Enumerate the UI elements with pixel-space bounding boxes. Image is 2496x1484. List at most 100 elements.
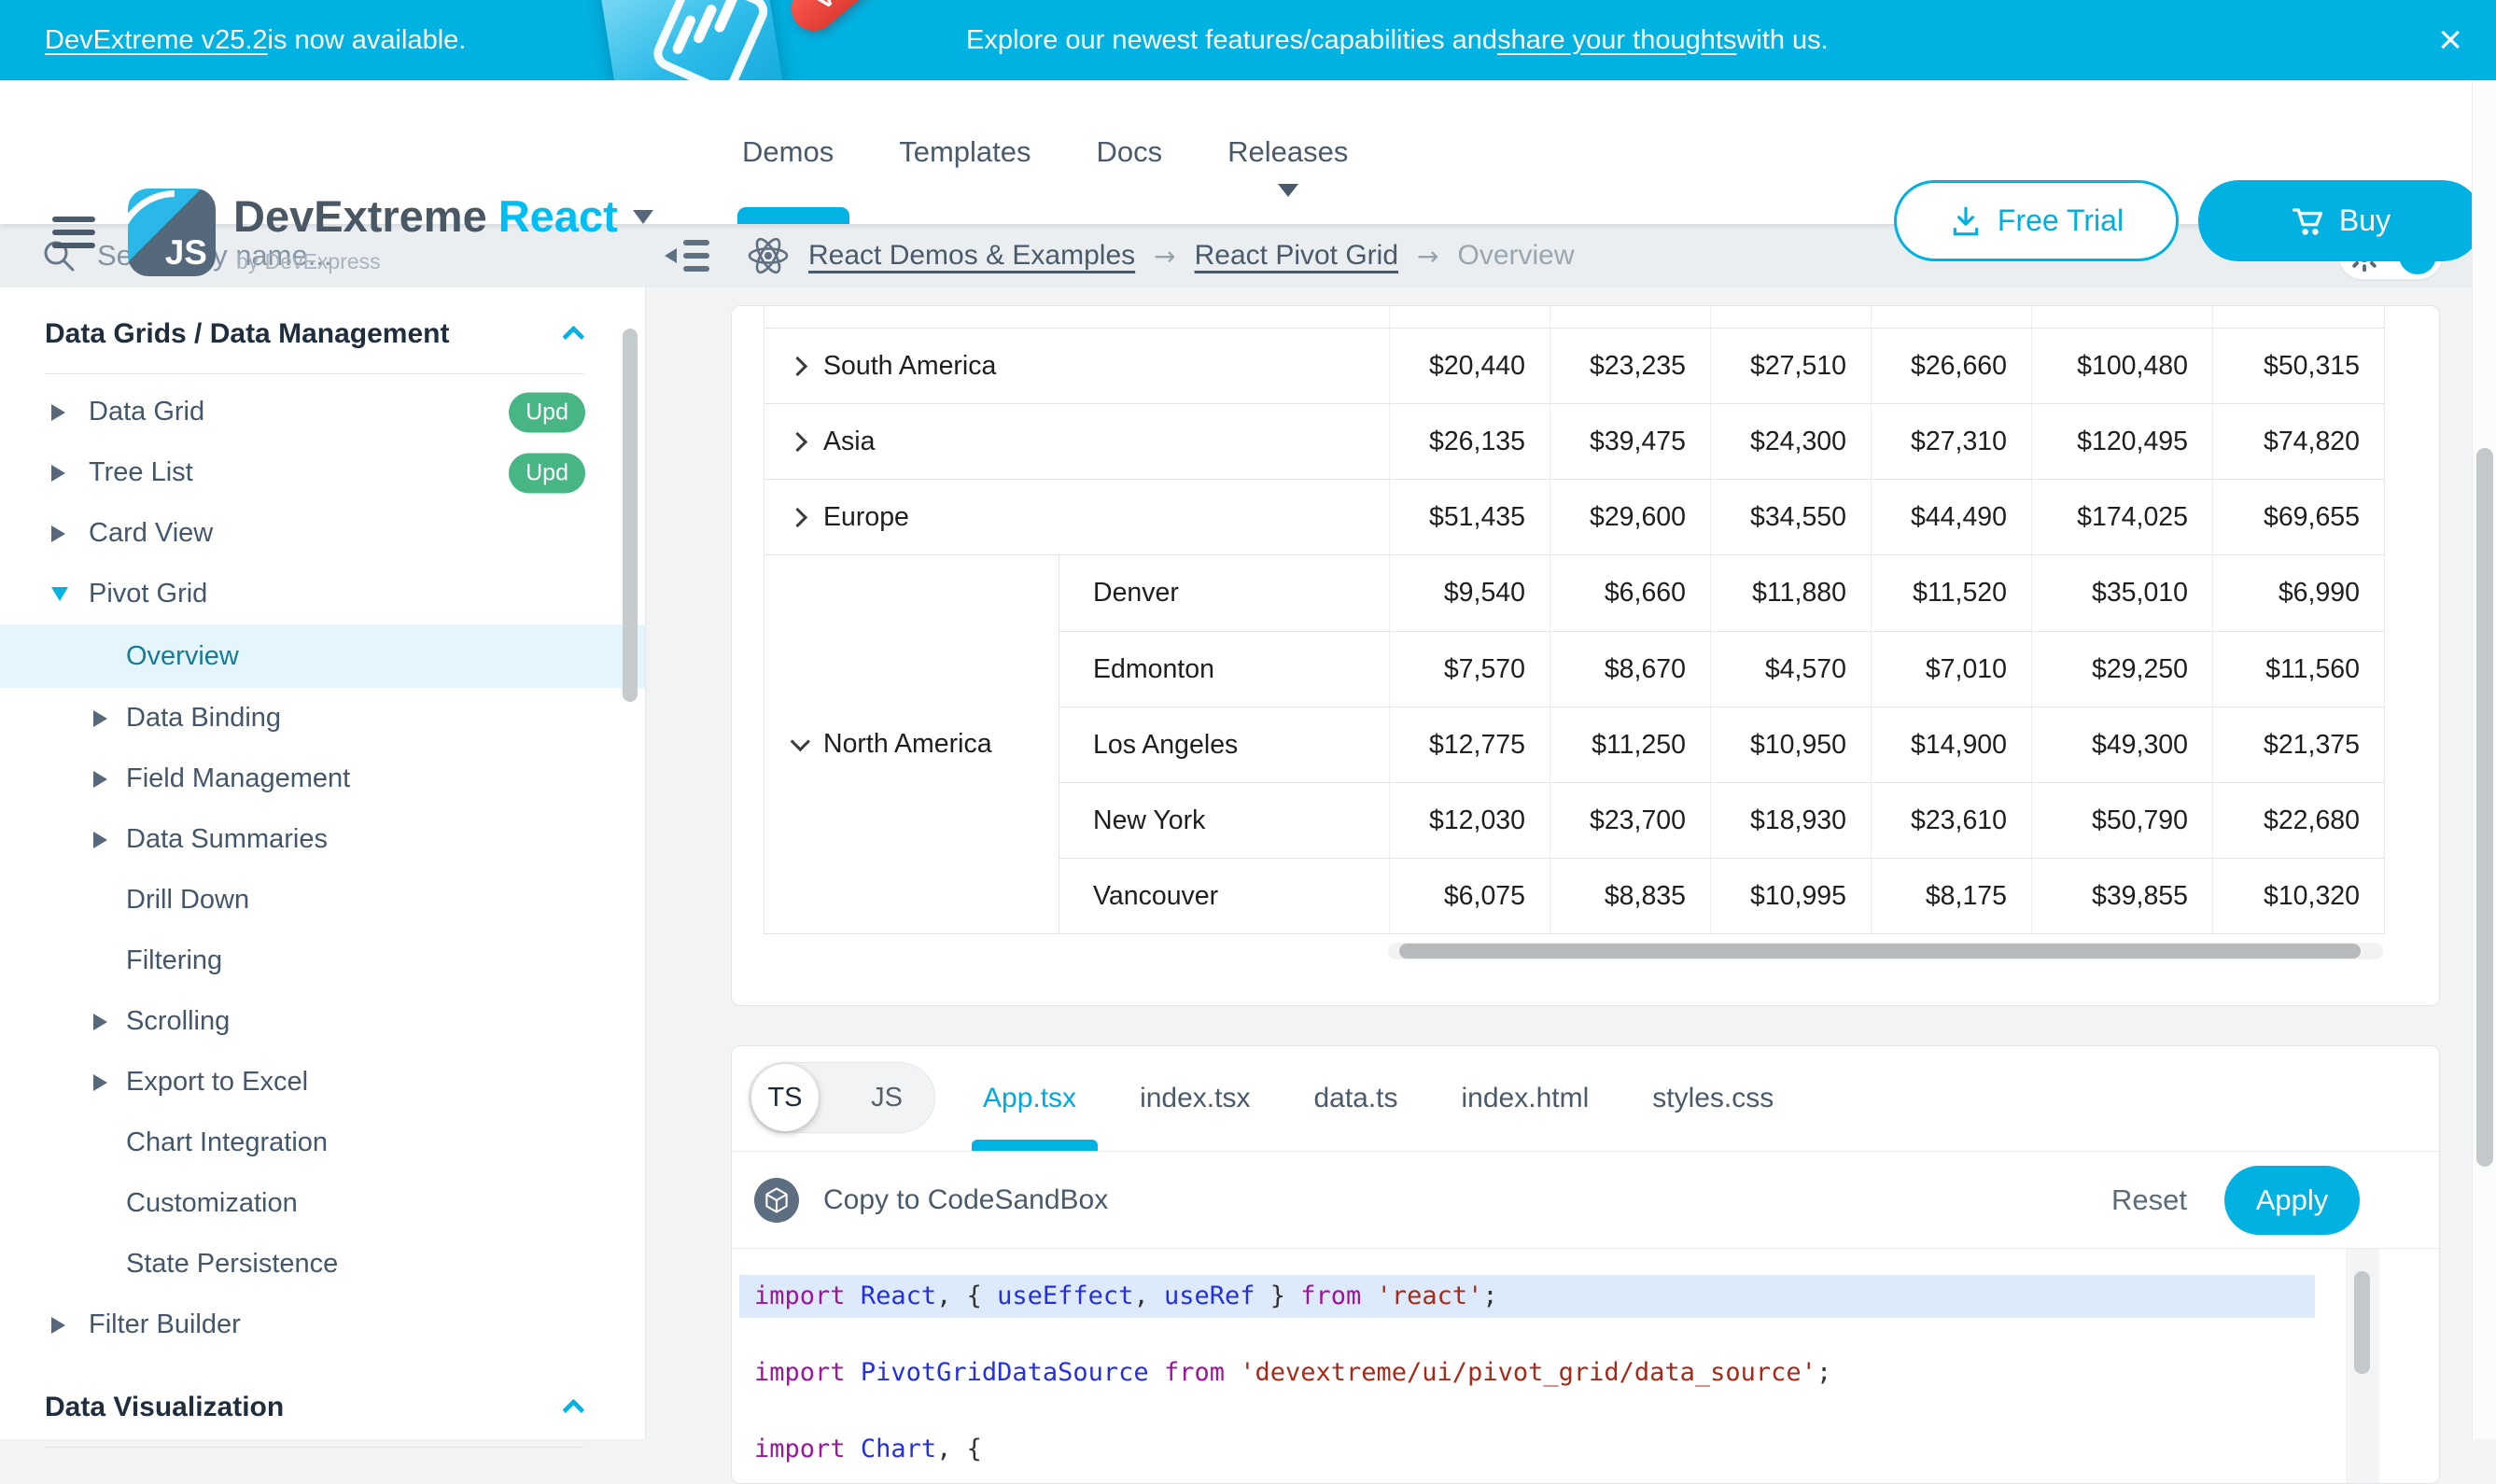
- nav-demos[interactable]: Demos: [742, 135, 834, 169]
- sidebar-item-overview[interactable]: Overview: [0, 624, 645, 688]
- copy-to-codesandbox-button[interactable]: Copy to CodeSandBox: [823, 1184, 1108, 1216]
- triangle-right-icon: [93, 1014, 107, 1030]
- tab-data-ts[interactable]: data.ts: [1313, 1083, 1397, 1114]
- cell: $4,570: [1710, 632, 1871, 707]
- row-expander-south-america[interactable]: South America: [764, 329, 1389, 403]
- row-expander-north-america[interactable]: North America: [764, 555, 1059, 933]
- code-token: [1225, 1358, 1240, 1387]
- code-editor[interactable]: import React, { useEffect, useRef } from…: [732, 1249, 2439, 1484]
- cell: $7,010: [1871, 632, 2031, 707]
- cell: $20,440: [1389, 329, 1549, 403]
- code-scrollbar: [2346, 1249, 2379, 1484]
- ts-toggle-option[interactable]: TS: [751, 1064, 819, 1131]
- section-title: Data Grids / Data Management: [45, 318, 449, 350]
- row-label: North America: [823, 729, 992, 760]
- banner-message-suffix: with us.: [1736, 25, 1828, 56]
- cell: $23,235: [1549, 329, 1710, 403]
- sidebar-item-label: State Persistence: [126, 1249, 338, 1280]
- sidebar-section-data-visualization[interactable]: Data Visualization: [0, 1378, 645, 1437]
- divider: [45, 373, 583, 374]
- brand-title[interactable]: DevExtremeReact: [233, 190, 653, 242]
- sidebar-item-scrolling[interactable]: Scrolling: [0, 991, 645, 1052]
- sidebar-item-data-binding[interactable]: Data Binding: [0, 688, 645, 749]
- pivot-grid: South America $20,440 $23,235 $27,510 $2…: [764, 306, 2385, 934]
- devextreme-js-logo[interactable]: JS: [128, 189, 216, 276]
- collapse-sidebar-icon[interactable]: [665, 240, 709, 272]
- banner-close-icon[interactable]: ×: [2438, 20, 2462, 61]
- main-nav: Demos Templates Docs Releases: [742, 80, 1348, 224]
- active-nav-indicator: [737, 207, 849, 224]
- sidebar-item-label: Data Binding: [126, 703, 281, 734]
- code-token: useEffect: [997, 1281, 1133, 1310]
- cell: $6,660: [1549, 555, 1710, 631]
- reset-button[interactable]: Reset: [2111, 1183, 2187, 1217]
- nav-docs[interactable]: Docs: [1097, 135, 1163, 169]
- triangle-right-icon: [51, 525, 65, 542]
- breadcrumb-demos-link[interactable]: React Demos & Examples: [808, 240, 1135, 272]
- code-token: PivotGridDataSource: [861, 1358, 1149, 1387]
- sidebar-item-card-view[interactable]: Card View: [0, 503, 645, 564]
- share-thoughts-link[interactable]: share your thoughts: [1497, 25, 1736, 56]
- code-panel: TS JS App.tsx index.tsx data.ts index.ht…: [731, 1045, 2440, 1484]
- page-scrollbar: [2472, 80, 2496, 1439]
- sidebar-item-export-to-excel[interactable]: Export to Excel: [0, 1052, 645, 1113]
- sidebar-item-filter-builder[interactable]: Filter Builder: [0, 1295, 645, 1355]
- sidebar-scrollbar[interactable]: [623, 329, 638, 702]
- cell: $51,435: [1389, 480, 1549, 554]
- chevron-right-icon: [788, 431, 807, 451]
- nav-releases[interactable]: Releases: [1227, 135, 1348, 169]
- language-toggle[interactable]: TS JS: [749, 1062, 935, 1133]
- cell: [1549, 306, 1710, 328]
- nav-templates[interactable]: Templates: [899, 135, 1031, 169]
- sidebar-item-pivot-grid[interactable]: Pivot Grid: [0, 564, 645, 624]
- row-expander-europe[interactable]: Europe: [764, 480, 1389, 554]
- cell: $9,540: [1389, 555, 1549, 631]
- tab-styles-css[interactable]: styles.css: [1652, 1083, 1774, 1114]
- sidebar-item-chart-integration[interactable]: Chart Integration: [0, 1113, 645, 1173]
- cell: [1871, 306, 2031, 328]
- cell: $69,655: [2212, 480, 2384, 554]
- hamburger-menu-icon[interactable]: [52, 217, 97, 248]
- tab-app-tsx[interactable]: App.tsx: [983, 1083, 1076, 1114]
- buy-label: Buy: [2339, 203, 2391, 238]
- breadcrumb-separator: →: [1154, 241, 1175, 272]
- banner-message: Explore our newest features/capabilities…: [966, 0, 1829, 80]
- version-badge: v25.2: [782, 0, 905, 40]
- banner-version-link[interactable]: DevExtreme v25.2: [45, 25, 268, 56]
- cell: $24,300: [1710, 404, 1871, 479]
- cell: $100,480: [2031, 329, 2212, 403]
- tab-index-tsx[interactable]: index.tsx: [1140, 1083, 1250, 1114]
- row-expander-asia[interactable]: Asia: [764, 404, 1389, 479]
- buy-button[interactable]: Buy: [2198, 180, 2483, 261]
- code-line[interactable]: import Chart, {: [739, 1428, 2315, 1471]
- sidebar-item-field-management[interactable]: Field Management: [0, 749, 645, 809]
- triangle-right-icon: [93, 771, 107, 788]
- city-rows: Denver $9,540 $6,660 $11,880 $11,520 $35…: [1059, 555, 2384, 933]
- page-scrollbar-thumb[interactable]: [2476, 448, 2493, 1167]
- free-trial-button[interactable]: Free Trial: [1894, 180, 2179, 261]
- sidebar-item-drill-down[interactable]: Drill Down: [0, 870, 645, 931]
- chevron-down-icon[interactable]: [633, 210, 653, 224]
- sidebar-item-data-grid[interactable]: Data Grid Upd: [0, 382, 645, 442]
- sidebar-item-customization[interactable]: Customization: [0, 1173, 645, 1234]
- sidebar-section-data-grids[interactable]: Data Grids / Data Management: [0, 304, 645, 364]
- code-line[interactable]: import React, { useEffect, useRef } from…: [739, 1275, 2315, 1318]
- tab-index-html[interactable]: index.html: [1462, 1083, 1590, 1114]
- sidebar-item-tree-list[interactable]: Tree List Upd: [0, 442, 645, 503]
- js-toggle-option[interactable]: JS: [871, 1063, 903, 1132]
- sidebar-item-label: Card View: [89, 518, 213, 549]
- code-line[interactable]: import PivotGridDataSource from 'devextr…: [739, 1351, 2315, 1394]
- breadcrumb-pivot-grid-link[interactable]: React Pivot Grid: [1195, 240, 1398, 272]
- triangle-down-icon: [51, 587, 68, 601]
- sidebar-item-label: Scrolling: [126, 1006, 230, 1037]
- sidebar-item-filtering[interactable]: Filtering: [0, 931, 645, 991]
- codesandbox-icon[interactable]: [754, 1178, 799, 1223]
- banner-version-suffix: is now available.: [268, 25, 467, 56]
- sidebar-item-data-summaries[interactable]: Data Summaries: [0, 809, 645, 870]
- horizontal-scrollbar-thumb[interactable]: [1399, 944, 2361, 959]
- row-label: Europe: [823, 502, 909, 533]
- apply-button[interactable]: Apply: [2224, 1166, 2360, 1235]
- sidebar-item-state-persistence[interactable]: State Persistence: [0, 1234, 645, 1295]
- code-scrollbar-thumb[interactable]: [2354, 1271, 2370, 1374]
- sidebar: Data Grids / Data Management Data Grid U…: [0, 287, 646, 1439]
